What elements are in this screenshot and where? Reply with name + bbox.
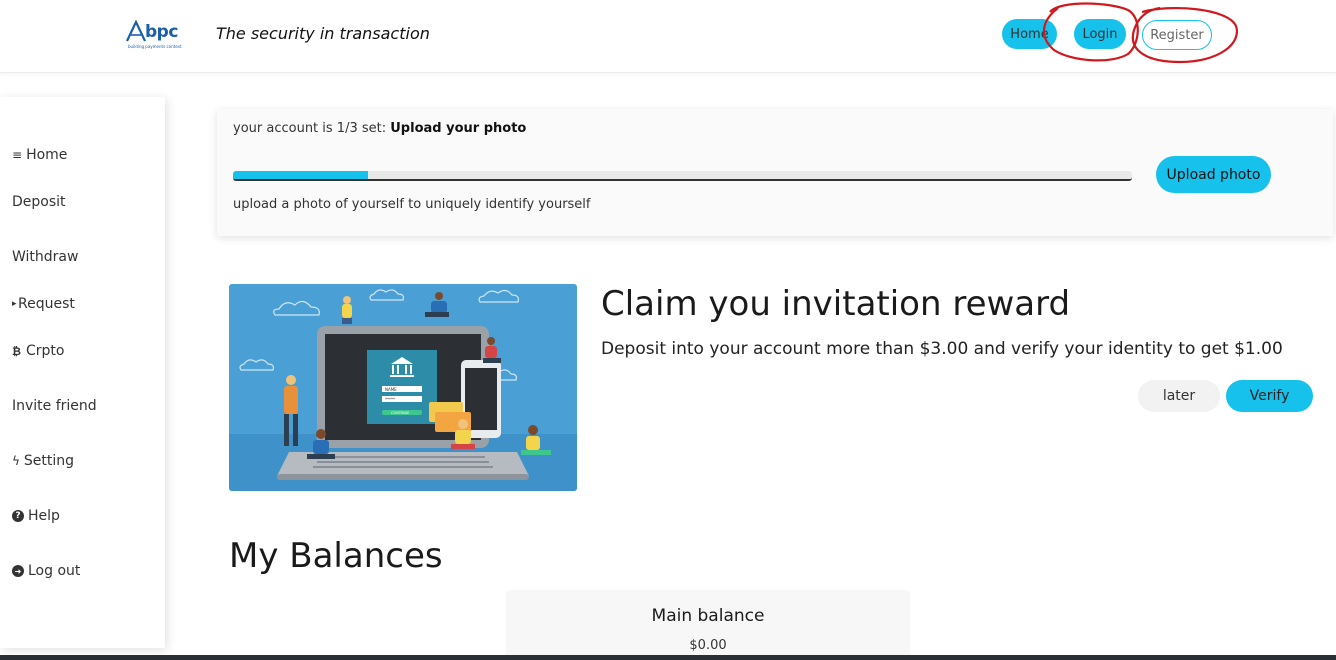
account-setup-step: Upload your photo	[390, 121, 527, 136]
balances-heading: My Balances	[229, 536, 443, 576]
question-circle-icon: ?	[12, 510, 24, 522]
sidebar-item-help[interactable]: ? Help	[12, 508, 60, 524]
account-setup-status: your account is 1/3 set: Upload your pho…	[233, 121, 526, 136]
main-balance-value: $0.00	[689, 638, 727, 653]
sidebar-item-home[interactable]: ≡ Home	[12, 147, 67, 163]
main-balance-label: Main balance	[651, 606, 765, 626]
laptop-bank-illustration-icon: NAME ***** CONTINUE	[229, 284, 577, 491]
promo-title: Claim you invitation reward	[601, 284, 1071, 324]
sidebar-item-label: Crpto	[26, 343, 65, 359]
account-progress-bar	[233, 171, 1132, 181]
verify-button[interactable]: Verify	[1226, 380, 1313, 412]
arrow-circle-right-icon: ➜	[12, 565, 24, 577]
sidebar-item-label: Setting	[23, 453, 75, 469]
menu-icon: ≡	[12, 148, 23, 162]
later-button[interactable]: later	[1138, 380, 1220, 412]
nav-login-button[interactable]: Login	[1074, 19, 1126, 49]
logo-text: bpc	[145, 22, 178, 42]
nav-register-button[interactable]: Register	[1142, 20, 1212, 50]
taskbar-strip	[0, 655, 1336, 660]
invitation-illustration: NAME ***** CONTINUE	[229, 284, 577, 491]
sidebar-item-withdraw[interactable]: Withdraw	[12, 249, 78, 265]
account-setup-prefix: your account is 1/3 set:	[233, 121, 391, 136]
logo-subtext: building payments context	[128, 44, 182, 49]
bitcoin-icon: ₿	[12, 344, 21, 358]
nav-home-button[interactable]: Home	[1002, 19, 1057, 49]
sidebar-item-label: Help	[28, 508, 60, 524]
bolt-icon: ϟ	[12, 454, 20, 468]
account-progress-fill	[233, 171, 368, 179]
sidebar-item-invite-friend[interactable]: Invite friend	[12, 398, 97, 414]
sidebar-item-deposit[interactable]: Deposit	[12, 194, 66, 210]
bpc-logo[interactable]: bpc building payments context	[126, 18, 190, 52]
illustration-field-2: *****	[385, 397, 395, 402]
sidebar-item-label: Withdraw	[12, 249, 79, 265]
illustration-button: CONTINUE	[391, 411, 409, 415]
sidebar-item-label: Request	[18, 296, 75, 312]
sidebar-item-label: Deposit	[12, 194, 66, 210]
sidebar: ≡ Home Deposit Withdraw ▸ Request ₿ Crpt…	[0, 97, 165, 648]
illustration-field-1: NAME	[385, 387, 397, 392]
logo-mark-icon	[126, 20, 146, 42]
top-navbar: bpc building payments context The securi…	[0, 0, 1336, 73]
account-setup-description: upload a photo of yourself to uniquely i…	[233, 197, 591, 212]
sidebar-item-setting[interactable]: ϟ Setting	[12, 453, 74, 469]
tagline: The security in transaction	[216, 24, 430, 43]
promo-description: Deposit into your account more than $3.0…	[601, 339, 1283, 359]
sidebar-item-request[interactable]: ▸ Request	[12, 296, 75, 312]
sidebar-item-logout[interactable]: ➜ Log out	[12, 563, 80, 579]
sidebar-item-crypto[interactable]: ₿ Crpto	[12, 343, 64, 359]
upload-photo-button[interactable]: Upload photo	[1156, 156, 1271, 193]
account-setup-card: your account is 1/3 set: Upload your pho…	[217, 109, 1333, 236]
sidebar-item-label: Invite friend	[12, 398, 97, 414]
sidebar-item-label: Log out	[28, 563, 81, 579]
main-balance-card: Main balance $0.00	[506, 590, 910, 660]
sidebar-item-label: Home	[26, 147, 68, 163]
